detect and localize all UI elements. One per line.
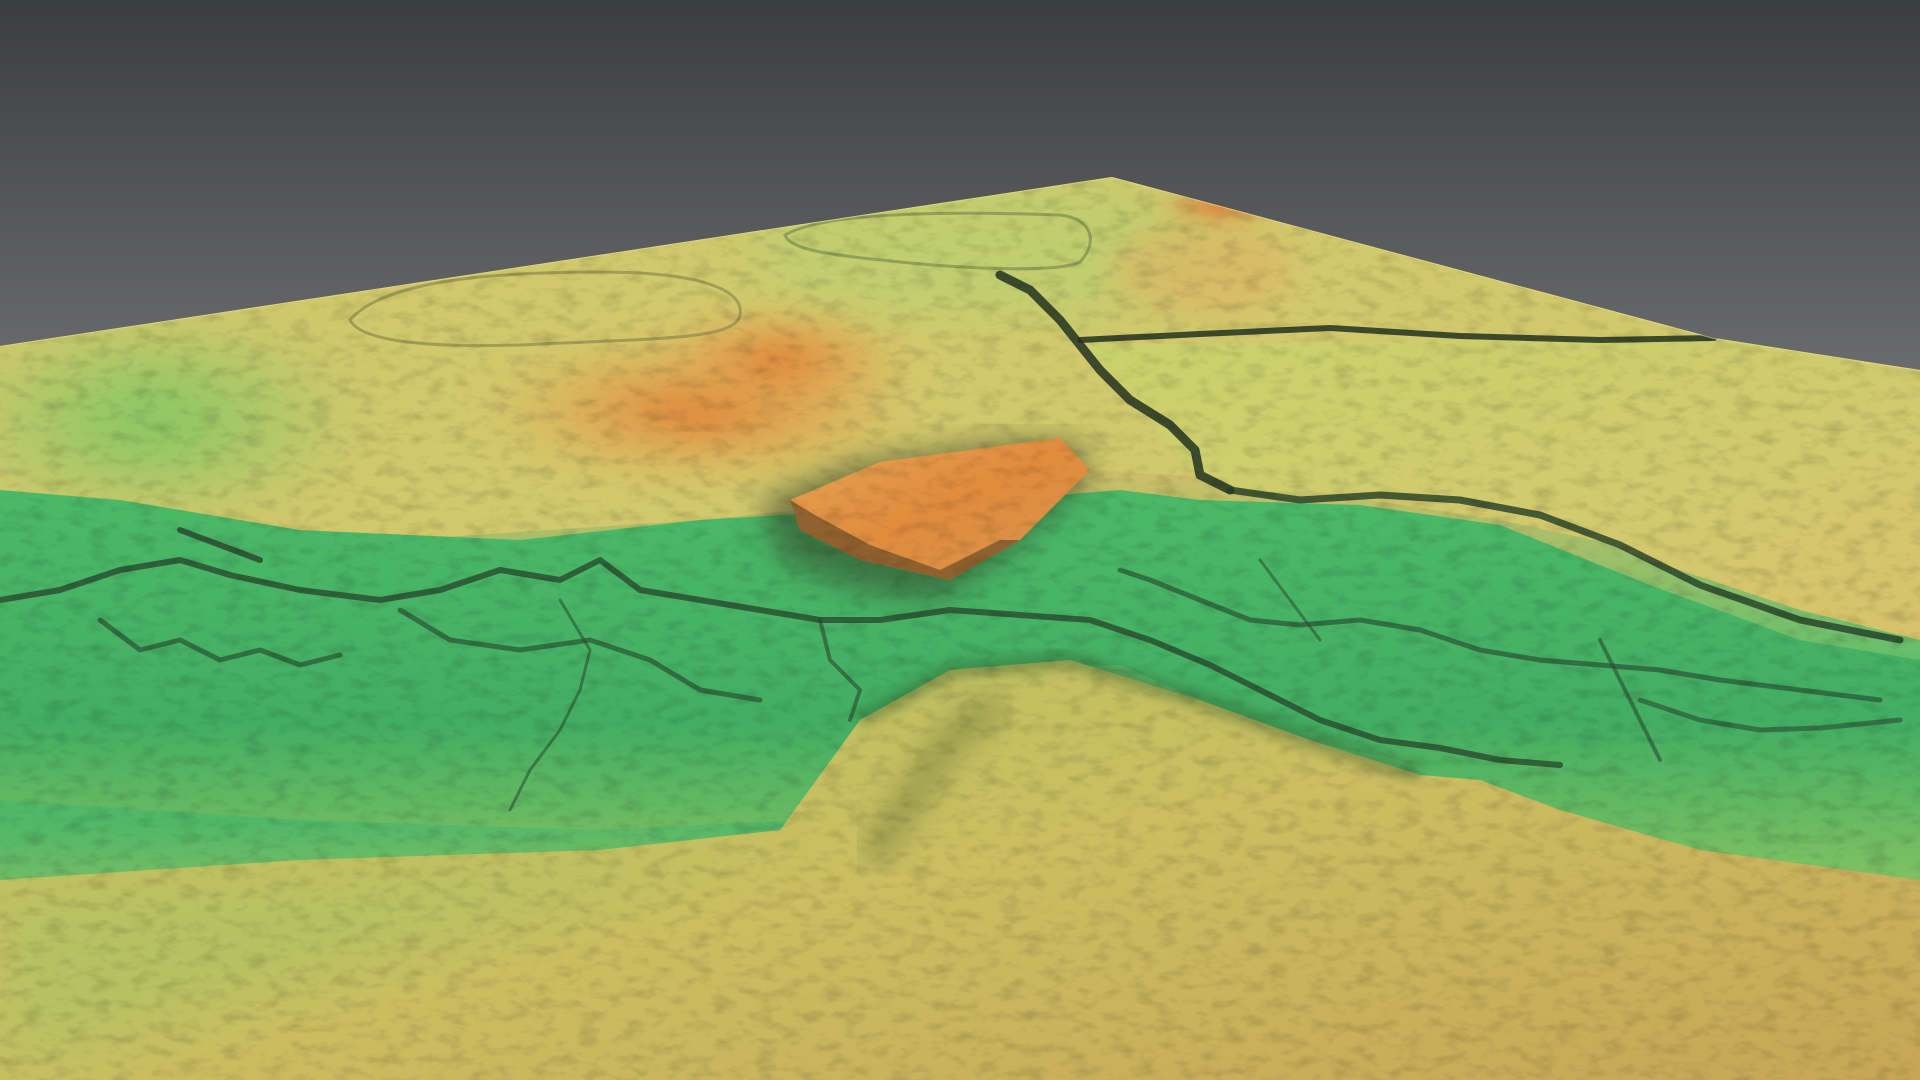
terrain-viewport[interactable]: [0, 0, 1920, 1080]
terrain-scene[interactable]: [0, 0, 1920, 1080]
